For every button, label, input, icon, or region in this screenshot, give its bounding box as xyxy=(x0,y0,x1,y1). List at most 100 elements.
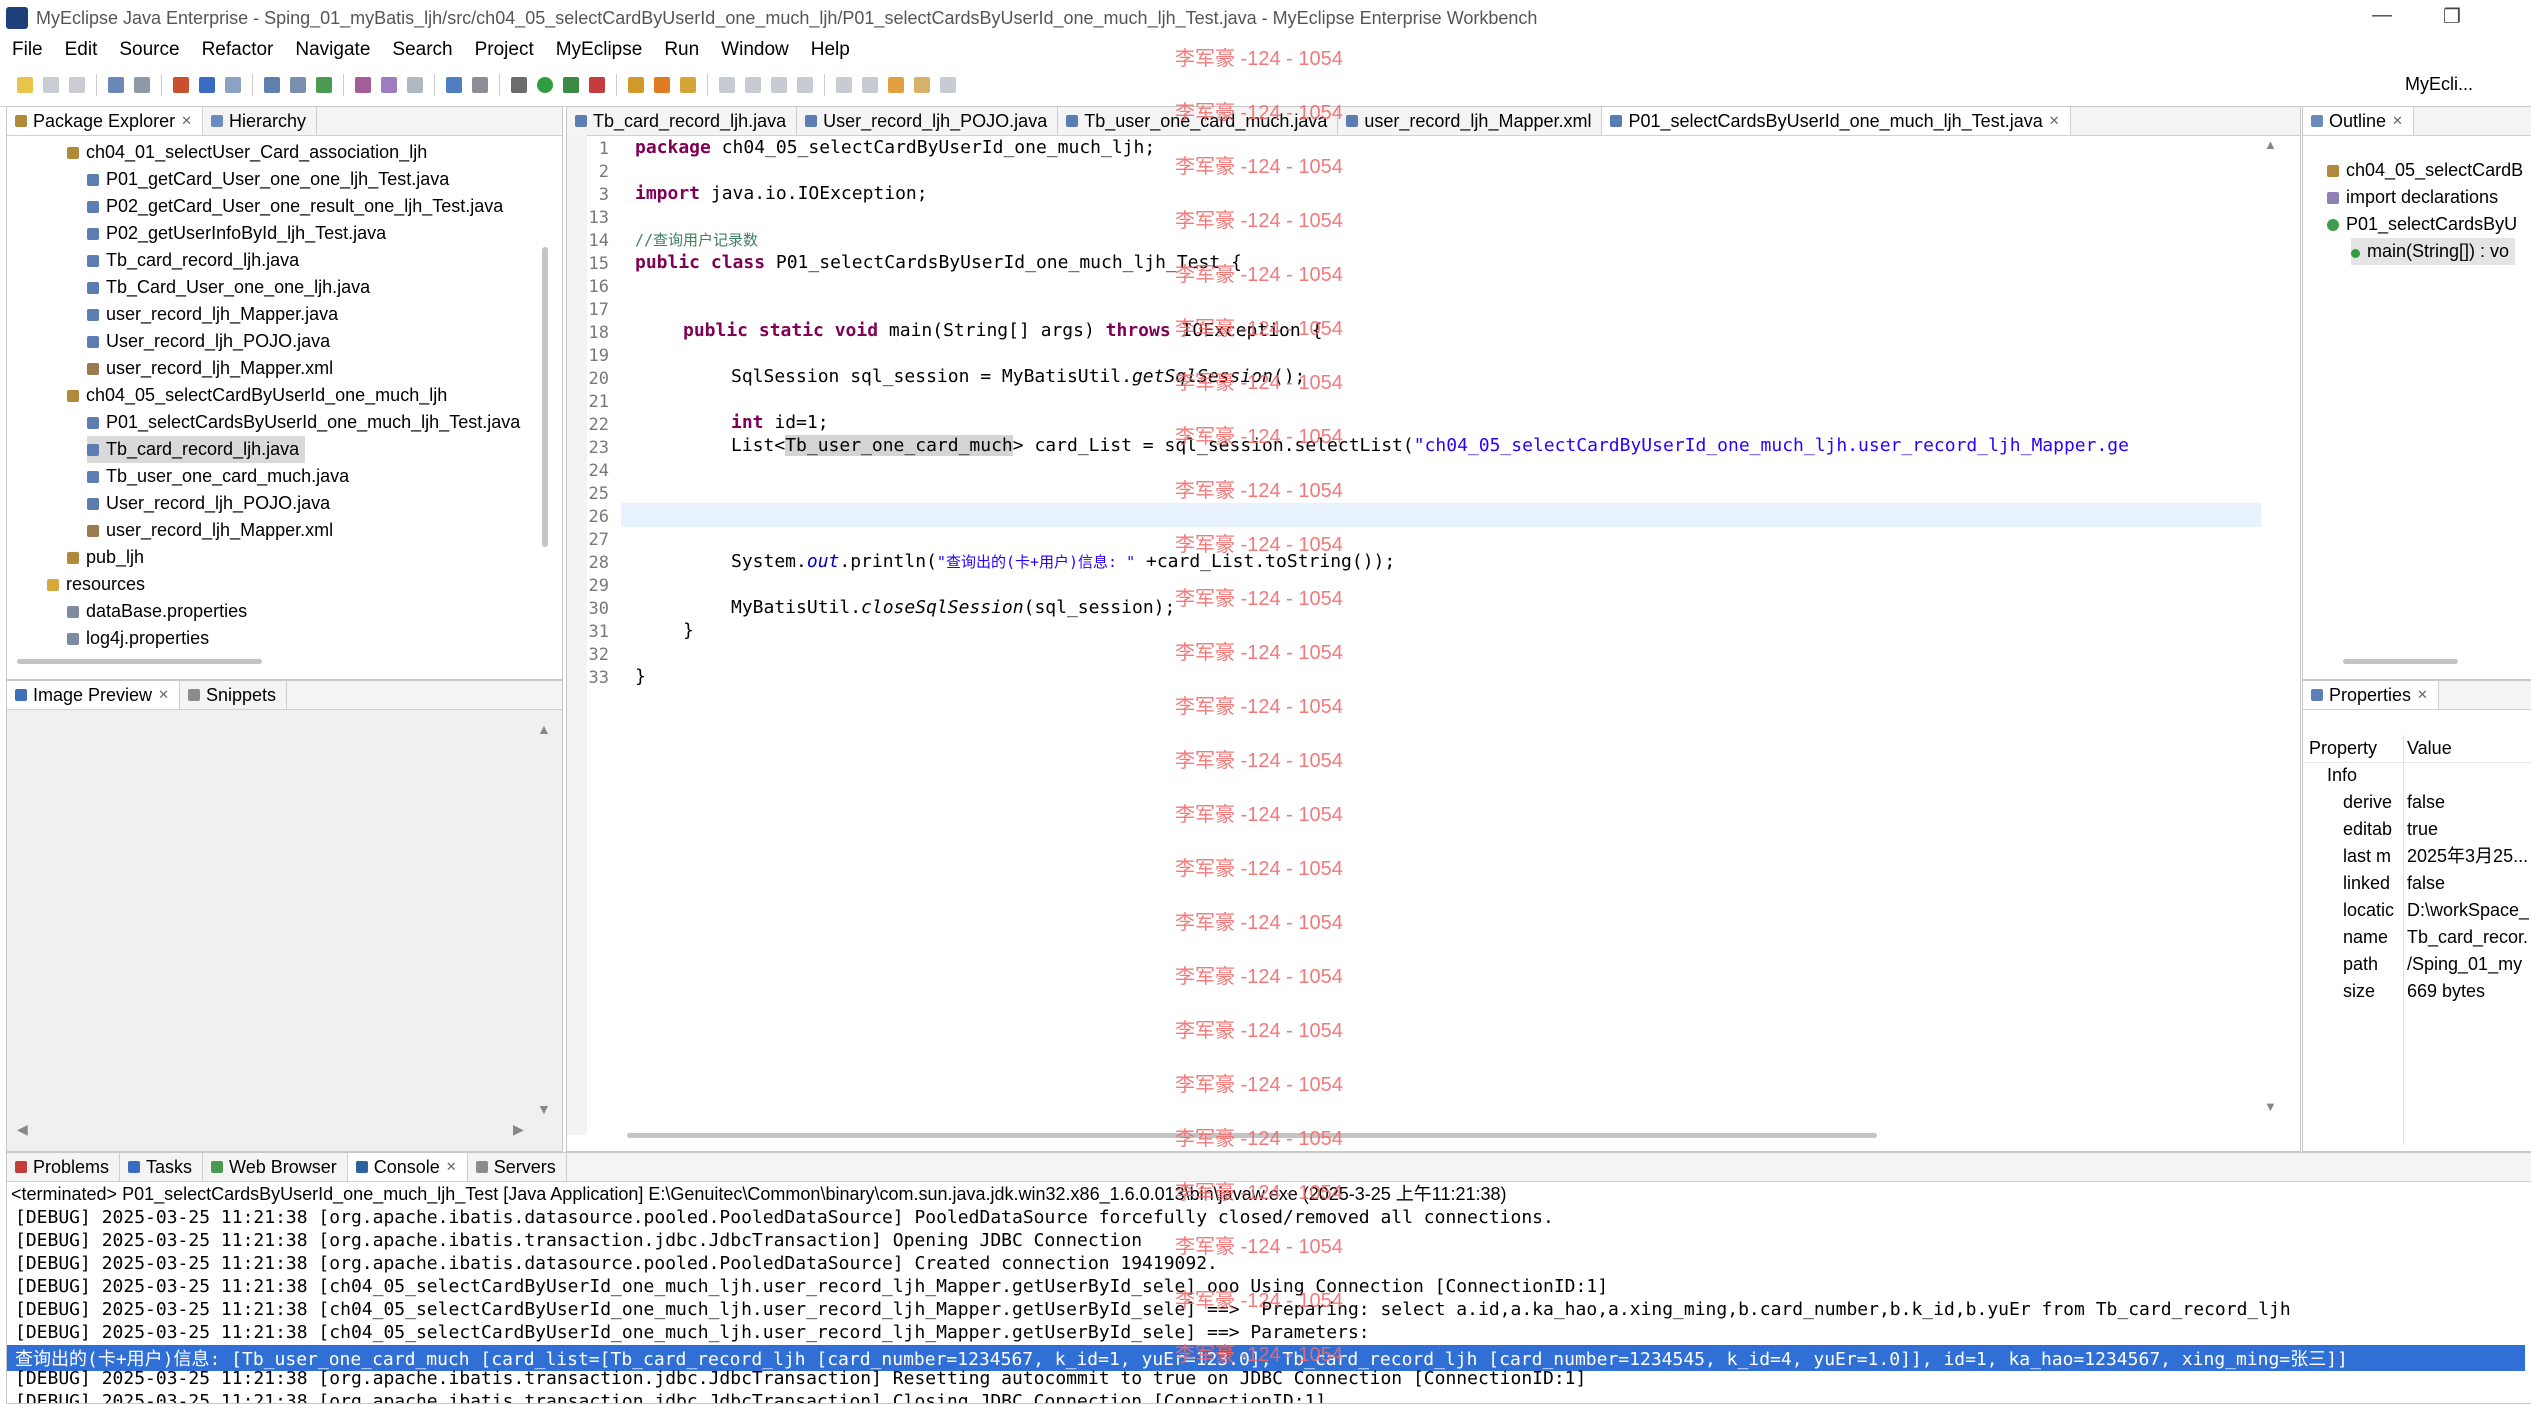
tree-item[interactable]: P01_getCard_User_one_one_ljh_Test.java xyxy=(87,166,449,193)
tab-hierarchy[interactable]: Hierarchy xyxy=(203,107,318,135)
print-icon[interactable] xyxy=(134,77,150,93)
globe-icon[interactable] xyxy=(316,77,332,93)
web-project-icon[interactable] xyxy=(446,77,462,93)
tree-item[interactable]: Tb_card_record_ljh.java xyxy=(87,436,306,463)
horizontal-scrollbar[interactable] xyxy=(2343,659,2458,664)
tree-item[interactable]: dataBase.properties xyxy=(67,598,247,625)
new-project-icon[interactable] xyxy=(264,77,280,93)
mark-icon[interactable] xyxy=(771,77,787,93)
tree-item[interactable]: P02_getUserInfoById_ljh_Test.java xyxy=(87,220,386,247)
code-area[interactable]: 1 2 3 13 14 15 16 17 18 19 20 21 22 23 24 25 26 27 28 29 30 3… xyxy=(587,135,2277,1135)
close-icon[interactable]: ✕ xyxy=(2049,113,2060,129)
close-icon[interactable]: ✕ xyxy=(181,113,192,129)
close-icon[interactable]: ✕ xyxy=(2417,687,2428,703)
editor-horizontal-scrollbar[interactable] xyxy=(627,1133,1877,1138)
tree-item[interactable]: P01_selectCardsByUserId_one_much_ljh_Tes… xyxy=(87,409,520,436)
scroll-up-icon[interactable]: ▲ xyxy=(537,721,551,737)
next-annotation-icon[interactable] xyxy=(836,77,852,93)
menu-file[interactable]: File xyxy=(12,39,43,61)
menu-search[interactable]: Search xyxy=(392,39,452,61)
console-output[interactable]: [DEBUG] 2025-03-25 11:21:38 [org.apache.… xyxy=(7,1207,2531,1403)
tree-item[interactable]: log4j.properties xyxy=(67,625,209,652)
bottom-tab[interactable]: Tasks xyxy=(120,1153,204,1181)
new-icon[interactable] xyxy=(17,77,33,93)
property-row[interactable]: last m 2025年3月25... xyxy=(2303,843,2531,870)
tree-item[interactable]: ch04_01_selectUser_Card_association_ljh xyxy=(67,139,427,166)
stop-icon[interactable] xyxy=(589,77,605,93)
perspective-myeclipse[interactable]: MyEcli... xyxy=(2405,74,2473,95)
database-icon[interactable] xyxy=(225,77,241,93)
property-row[interactable]: locatic D:\workSpace_ xyxy=(2303,897,2531,924)
menu-run[interactable]: Run xyxy=(664,39,699,61)
scroll-down-icon[interactable]: ▼ xyxy=(537,1101,551,1117)
tree-item[interactable]: user_record_ljh_Mapper.xml xyxy=(87,355,333,382)
horizontal-scrollbar[interactable] xyxy=(17,659,262,664)
tab-outline[interactable]: Outline ✕ xyxy=(2303,107,2414,135)
editor-tab[interactable]: User_record_ljh_POJO.java xyxy=(797,107,1059,135)
outline-item-package[interactable]: ch04_05_selectCardB xyxy=(2327,157,2523,184)
scroll-right-icon[interactable]: ▶ xyxy=(513,1121,524,1138)
new-package-icon[interactable] xyxy=(290,77,306,93)
scroll-left-icon[interactable]: ◀ xyxy=(17,1121,28,1138)
bottom-tab[interactable]: Console ✕ xyxy=(347,1153,468,1181)
editor-tab[interactable]: P01_selectCardsByUserId_one_much_ljh_Tes… xyxy=(1602,107,2071,135)
tab-image-preview[interactable]: Image Preview ✕ xyxy=(7,681,180,709)
forward-icon[interactable] xyxy=(940,77,956,93)
menu-source[interactable]: Source xyxy=(119,39,179,61)
editor-tab[interactable]: Tb_card_record_ljh.java xyxy=(567,107,798,135)
annotation-icon[interactable] xyxy=(719,77,735,93)
tree-item[interactable]: user_record_ljh_Mapper.xml xyxy=(87,517,333,544)
tree-item[interactable]: Tb_card_record_ljh.java xyxy=(87,247,299,274)
save-all-icon[interactable] xyxy=(69,77,85,93)
menu-edit[interactable]: Edit xyxy=(65,39,98,61)
run-icon[interactable] xyxy=(537,77,553,93)
outline-item-class[interactable]: P01_selectCardsByU xyxy=(2327,211,2517,238)
debug-icon[interactable] xyxy=(563,77,579,93)
open-folder-icon[interactable] xyxy=(628,77,644,93)
bottom-tab[interactable]: Web Browser xyxy=(203,1153,348,1181)
server-icon[interactable] xyxy=(173,77,189,93)
scroll-up-icon[interactable]: ▲ xyxy=(2264,137,2277,152)
restore-button[interactable]: ❐ xyxy=(2430,4,2474,30)
wizard-icon[interactable] xyxy=(407,77,423,93)
pin-icon[interactable] xyxy=(745,77,761,93)
outline-item-main[interactable]: main(String[]) : vo xyxy=(2351,238,2516,265)
menu-myeclipse[interactable]: MyEclipse xyxy=(556,39,643,61)
property-row[interactable]: size 669 bytes xyxy=(2303,978,2531,1005)
menu-window[interactable]: Window xyxy=(721,39,789,61)
bottom-tab[interactable]: Problems xyxy=(7,1153,121,1181)
tree-item[interactable]: P02_getCard_User_one_result_one_ljh_Test… xyxy=(87,193,503,220)
property-row[interactable]: editab true xyxy=(2303,816,2531,843)
outline-item-imports[interactable]: import declarations xyxy=(2327,184,2498,211)
package-icon[interactable] xyxy=(680,77,696,93)
sync-icon[interactable] xyxy=(381,77,397,93)
tree-item[interactable]: resources xyxy=(47,571,145,598)
format-icon[interactable] xyxy=(797,77,813,93)
menu-refactor[interactable]: Refactor xyxy=(202,39,274,61)
menu-project[interactable]: Project xyxy=(475,39,534,61)
tree-item[interactable]: ch04_05_selectCardByUserId_one_much_ljh xyxy=(67,382,447,409)
properties-section-info[interactable]: Info xyxy=(2303,762,2531,789)
tab-package-explorer[interactable]: Package Explorer ✕ xyxy=(7,107,203,135)
tab-snippets[interactable]: Snippets xyxy=(180,681,288,709)
vertical-scrollbar[interactable] xyxy=(542,247,548,547)
deploy-icon[interactable] xyxy=(199,77,215,93)
menu-help[interactable]: Help xyxy=(811,39,850,61)
open-type-icon[interactable] xyxy=(108,77,124,93)
property-row[interactable]: name Tb_card_recor. xyxy=(2303,924,2531,951)
tree-item[interactable]: Tb_Card_User_one_one_ljh.java xyxy=(87,274,370,301)
last-edit-icon[interactable] xyxy=(888,77,904,93)
property-row[interactable]: path/Sping_01_my xyxy=(2303,951,2531,978)
close-icon[interactable]: ✕ xyxy=(446,1159,457,1175)
property-row[interactable]: linked false xyxy=(2303,870,2531,897)
property-row[interactable]: derive false xyxy=(2303,789,2531,816)
prev-annotation-icon[interactable] xyxy=(862,77,878,93)
search-icon[interactable] xyxy=(654,77,670,93)
team-icon[interactable] xyxy=(355,77,371,93)
save-icon[interactable] xyxy=(43,77,59,93)
settings-icon[interactable] xyxy=(511,77,527,93)
tree-item[interactable]: user_record_ljh_Mapper.java xyxy=(87,301,338,328)
back-icon[interactable] xyxy=(914,77,930,93)
close-icon[interactable]: ✕ xyxy=(2392,113,2403,129)
minimize-button[interactable]: — xyxy=(2360,4,2404,30)
